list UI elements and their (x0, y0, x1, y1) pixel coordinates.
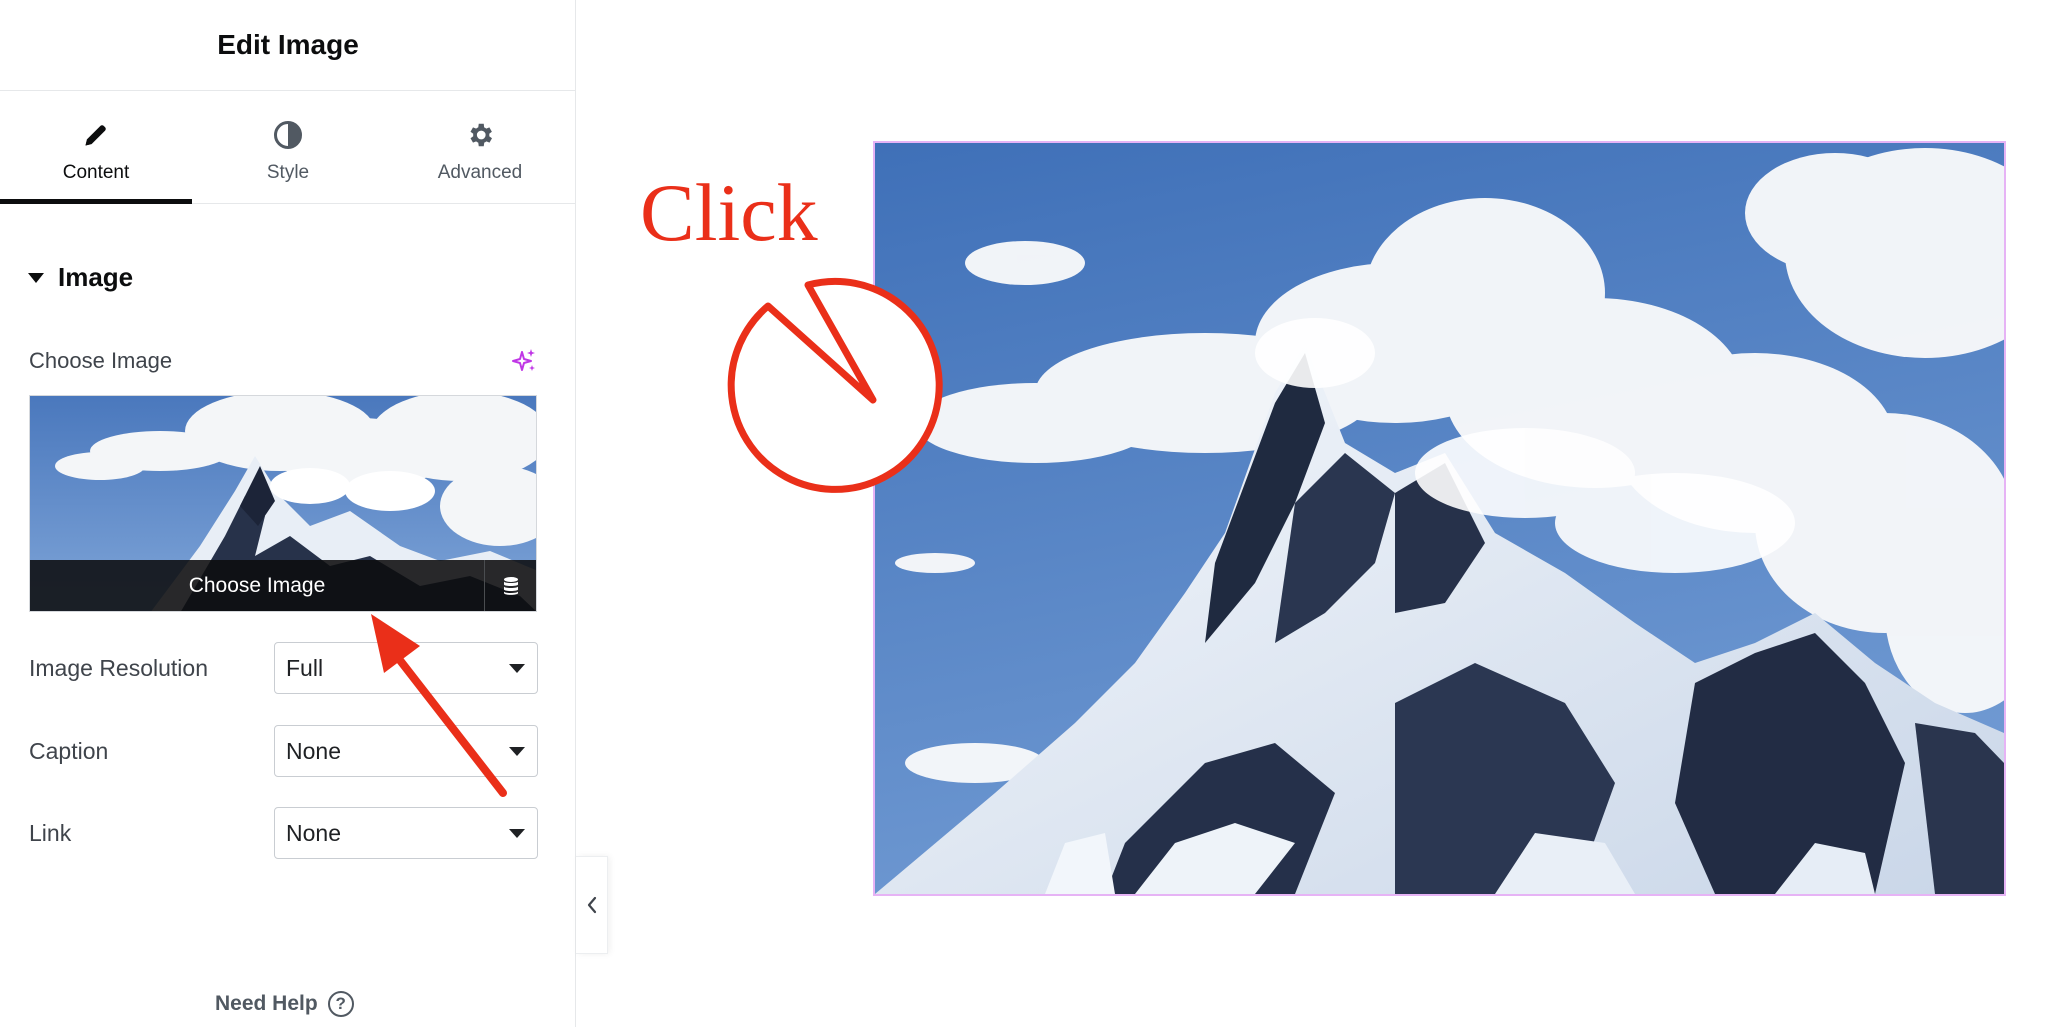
dropdown-arrow-icon (509, 829, 525, 838)
caption-value: None (286, 737, 341, 764)
dropdown-arrow-icon (509, 747, 525, 756)
image-resolution-label: Image Resolution (29, 654, 208, 681)
caret-down-icon (28, 272, 44, 283)
section-title: Image (58, 262, 134, 292)
image-preview[interactable]: Choose Image (29, 395, 537, 612)
canvas-image-widget[interactable] (873, 141, 2006, 896)
caption-label: Caption (29, 737, 109, 764)
tab-advanced[interactable]: Advanced (384, 91, 576, 203)
image-resolution-row: Image Resolution Full (29, 642, 539, 694)
caption-select[interactable]: None (274, 725, 538, 777)
need-help-link[interactable]: Need Help ? (215, 991, 354, 1017)
caption-row: Caption None (29, 725, 539, 777)
link-label: Link (29, 819, 72, 846)
question-circle-icon: ? (327, 991, 354, 1017)
contrast-icon (271, 118, 305, 152)
choose-image-button[interactable]: Choose Image (30, 560, 484, 611)
tab-style[interactable]: Style (192, 91, 384, 203)
image-resolution-value: Full (286, 654, 324, 681)
tab-content[interactable]: Content (0, 91, 192, 204)
preview-overlay: Choose Image (30, 560, 536, 611)
tab-advanced-label: Advanced (437, 162, 523, 183)
need-help-label: Need Help (215, 992, 318, 1015)
link-value: None (286, 819, 341, 846)
choose-image-label: Choose Image (29, 348, 173, 373)
panel-header: Edit Image (0, 0, 576, 91)
tab-style-label: Style (266, 162, 310, 183)
panel-tabs: Content Style Advanced (0, 91, 576, 204)
link-select[interactable]: None (274, 807, 538, 859)
tab-content-label: Content (62, 162, 130, 183)
image-resolution-select[interactable]: Full (274, 642, 538, 694)
gear-icon (463, 118, 497, 152)
panel-title: Edit Image (217, 29, 359, 60)
mountain-photo (875, 143, 2004, 894)
editor-panel: Edit Image Content Style Advanced Image … (0, 0, 576, 1027)
database-icon (503, 576, 518, 595)
pencil-icon (79, 118, 113, 152)
dropdown-arrow-icon (509, 664, 525, 673)
chevron-left-icon (587, 896, 596, 914)
media-library-button[interactable] (484, 560, 536, 611)
link-row: Link None (29, 807, 539, 859)
collapse-panel-button[interactable] (576, 856, 608, 954)
image-section-toggle[interactable]: Image (28, 262, 133, 293)
sparkle-icon[interactable] (511, 348, 537, 374)
callout-text: Click (640, 167, 818, 258)
